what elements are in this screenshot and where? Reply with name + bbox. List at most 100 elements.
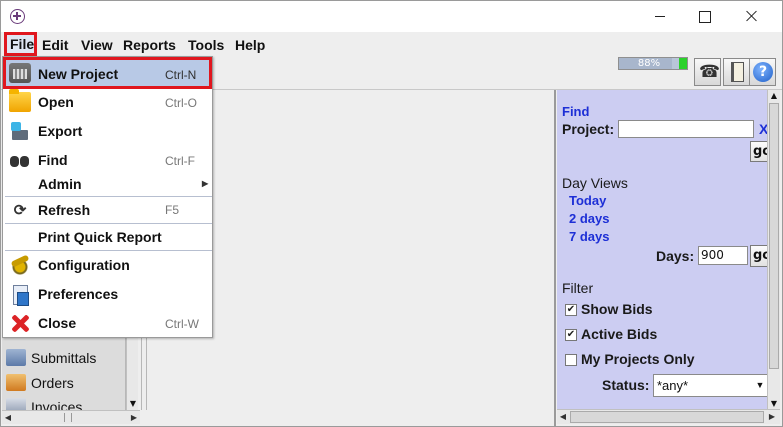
menu-reports[interactable]: Reports	[120, 35, 179, 55]
memory-status-indicator	[679, 58, 687, 69]
notebook-button[interactable]	[723, 58, 750, 86]
right-side-panel: Find Project: X go Day Views Today 2 day…	[557, 90, 767, 409]
left-panel-horizontal-scrollbar[interactable]: ◀ ▶	[2, 410, 140, 424]
right-panel-vertical-scrollbar[interactable]: ▲ ▼	[767, 90, 780, 410]
scrollbar-thumb[interactable]	[769, 103, 779, 369]
menu-item-open[interactable]: Open Ctrl-O	[3, 88, 212, 116]
left-nav-item-label: Orders	[31, 375, 74, 391]
menu-item-find[interactable]: Find Ctrl-F	[3, 146, 212, 174]
menu-bar: File Edit View Reports Tools Help	[1, 32, 782, 56]
menu-item-label: Preferences	[38, 286, 119, 302]
day-view-today-link[interactable]: Today	[569, 193, 606, 208]
phone-button[interactable]: ☎	[694, 58, 721, 86]
submittals-icon	[6, 348, 26, 366]
notebook-icon	[731, 62, 744, 82]
orders-icon	[6, 373, 26, 391]
right-panel-border	[554, 90, 556, 426]
status-select[interactable]: *any* ▼	[653, 374, 767, 397]
my-projects-only-label[interactable]: My Projects Only	[581, 351, 695, 367]
help-icon: ?	[753, 62, 773, 82]
menu-item-shortcut: Ctrl-W	[165, 317, 199, 331]
filter-heading: Filter	[562, 280, 594, 296]
scroll-right-arrow-icon[interactable]: ▶	[766, 410, 778, 423]
left-nav-item-invoices[interactable]: Invoices	[6, 396, 82, 410]
menu-item-label: Close	[38, 315, 77, 331]
menu-item-configuration[interactable]: Configuration	[3, 251, 212, 279]
menu-item-label: Refresh	[38, 202, 91, 218]
folder-icon	[9, 89, 31, 112]
menu-item-label: Find	[38, 152, 68, 168]
active-bids-checkbox[interactable]: ✔	[565, 329, 577, 341]
status-select-value: *any*	[657, 378, 689, 393]
menu-item-label: Admin	[38, 176, 82, 192]
menu-item-preferences[interactable]: Preferences	[3, 280, 212, 308]
menu-item-label: Export	[38, 123, 83, 139]
scrollbar-thumb[interactable]	[570, 411, 764, 423]
invoices-icon	[6, 397, 26, 410]
title-bar	[1, 1, 782, 32]
days-label: Days:	[656, 248, 695, 264]
active-bids-label[interactable]: Active Bids	[581, 326, 657, 342]
menu-item-shortcut: Ctrl-N	[165, 68, 197, 82]
scroll-up-arrow-icon[interactable]: ▲	[768, 90, 780, 102]
refresh-icon: ⟳	[13, 202, 27, 219]
left-nav-item-orders[interactable]: Orders	[6, 372, 74, 394]
chevron-down-icon: ▼	[755, 380, 765, 390]
menu-item-export[interactable]: Export	[3, 117, 212, 145]
menu-item-shortcut: Ctrl-O	[165, 96, 197, 110]
menu-item-admin[interactable]: Admin ▶	[3, 172, 212, 196]
menu-item-label: New Project	[38, 66, 119, 82]
days-go-button[interactable]: go	[750, 245, 767, 267]
export-icon	[9, 121, 31, 141]
project-go-button[interactable]: go	[750, 141, 767, 162]
scroll-left-arrow-icon[interactable]: ◀	[2, 411, 14, 424]
find-heading: Find	[562, 104, 590, 119]
status-label: Status:	[602, 377, 650, 393]
day-view-7-days-link[interactable]: 7 days	[569, 229, 609, 244]
left-nav-item-label: Invoices	[31, 399, 83, 410]
scrollbar-grip-icon	[64, 413, 72, 422]
left-nav-item-label: Submittals	[31, 350, 97, 366]
help-button[interactable]: ?	[749, 58, 776, 86]
application-window: File Edit View Reports Tools Help 88% ☎ …	[0, 0, 783, 427]
menu-item-shortcut: F5	[165, 203, 180, 217]
right-panel-horizontal-scrollbar[interactable]: ◀ ▶	[557, 409, 780, 424]
days-input[interactable]: 900	[698, 246, 748, 265]
show-bids-checkbox[interactable]: ✔	[565, 304, 577, 316]
scroll-right-arrow-icon[interactable]: ▶	[128, 411, 140, 424]
close-icon	[9, 313, 31, 333]
clear-project-link[interactable]: X	[759, 121, 767, 137]
preferences-icon	[9, 284, 31, 306]
configuration-icon	[9, 255, 31, 275]
day-view-2-days-link[interactable]: 2 days	[569, 211, 609, 226]
scroll-left-arrow-icon[interactable]: ◀	[557, 410, 569, 423]
phone-icon: ☎	[699, 62, 721, 82]
close-window-button[interactable]	[729, 1, 775, 32]
menu-item-label: Print Quick Report	[38, 229, 162, 245]
menu-item-label: Open	[38, 94, 74, 110]
left-nav-item-submittals[interactable]: Submittals	[6, 347, 96, 369]
day-views-heading: Day Views	[562, 175, 628, 191]
project-search-input[interactable]	[618, 120, 754, 138]
menu-file[interactable]: File	[4, 32, 37, 56]
my-projects-only-checkbox[interactable]	[565, 354, 577, 366]
menu-view[interactable]: View	[78, 35, 116, 55]
menu-help[interactable]: Help	[232, 35, 268, 55]
menu-tools[interactable]: Tools	[185, 35, 227, 55]
show-bids-label[interactable]: Show Bids	[581, 301, 653, 317]
menu-item-new-project[interactable]: New Project Ctrl-N	[3, 57, 212, 89]
maximize-button[interactable]	[682, 1, 728, 32]
memory-usage-label: 88%	[637, 58, 661, 69]
scroll-down-arrow-icon[interactable]: ▼	[127, 398, 139, 410]
menu-item-shortcut: Ctrl-F	[165, 154, 195, 168]
minimize-button[interactable]	[637, 1, 683, 32]
menu-item-print-quick-report[interactable]: Print Quick Report	[3, 224, 212, 250]
menu-edit[interactable]: Edit	[39, 35, 71, 55]
menu-item-close[interactable]: Close Ctrl-W	[3, 309, 212, 337]
menu-item-refresh[interactable]: ⟳ Refresh F5	[3, 197, 212, 223]
app-logo-icon	[10, 9, 25, 24]
project-label: Project:	[562, 121, 615, 137]
file-dropdown-menu: New Project Ctrl-N Open Ctrl-O Export Fi…	[2, 56, 213, 338]
binoculars-icon	[9, 150, 31, 170]
memory-usage-bar: 88%	[618, 57, 688, 70]
